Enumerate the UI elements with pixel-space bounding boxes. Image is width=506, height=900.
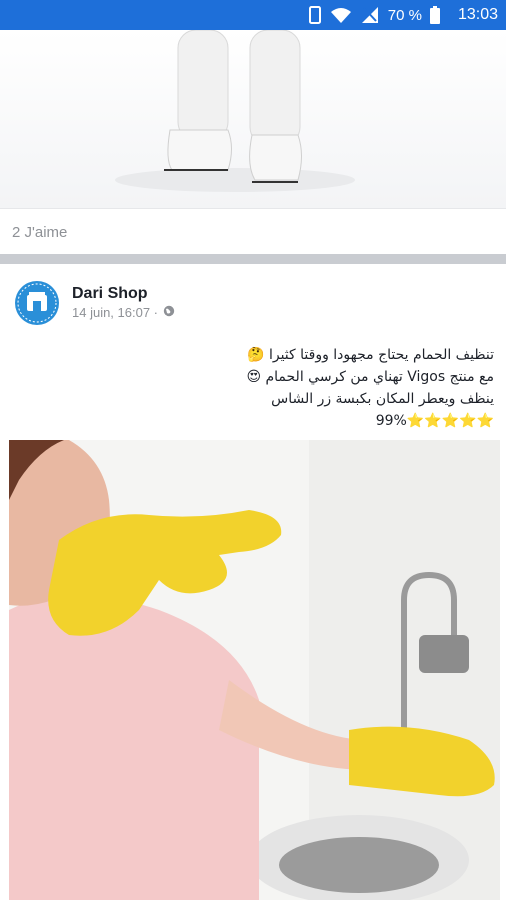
post-text-line: ⭐⭐⭐⭐⭐99% [375, 413, 494, 429]
clock: 13:03 [457, 6, 498, 23]
page-name[interactable]: Dari Shop [72, 285, 148, 303]
post-text-line: تنظيف الحمام يحتاج مجهودا ووقتا كثيرا 🤔 [247, 347, 494, 363]
feed-divider [0, 254, 506, 264]
post-card: Dari Shop 14 juin, 16:07 · تنظيف الحمام … [0, 264, 506, 900]
post-text-line: مع منتج Vigos تهناي من كرسي الحمام 😍 [246, 369, 494, 385]
signal-icon [360, 6, 380, 24]
battery-icon [429, 6, 440, 24]
page-avatar[interactable] [14, 280, 60, 326]
previous-post: 2 J'aime [0, 30, 506, 254]
post-meta: 14 juin, 16:07 · [72, 305, 175, 320]
post-text-line: ينظف ويعطر المكان بكبسة زر الشاس [271, 391, 494, 407]
status-bar: 70 % 13:03 [0, 0, 506, 30]
post-timestamp[interactable]: 14 juin, 16:07 · [72, 305, 158, 320]
post-text: تنظيف الحمام يحتاج مجهودا ووقتا كثيرا 🤔 … [24, 344, 494, 432]
likes-row[interactable]: 2 J'aime [0, 208, 506, 255]
post-image[interactable] [9, 440, 500, 900]
likes-count[interactable]: 2 J'aime [12, 224, 67, 241]
wifi-icon [330, 6, 352, 24]
previous-post-image[interactable] [0, 30, 506, 208]
battery-percent: 70 % [387, 6, 422, 24]
vibrate-icon [308, 6, 322, 24]
globe-icon [163, 305, 175, 320]
